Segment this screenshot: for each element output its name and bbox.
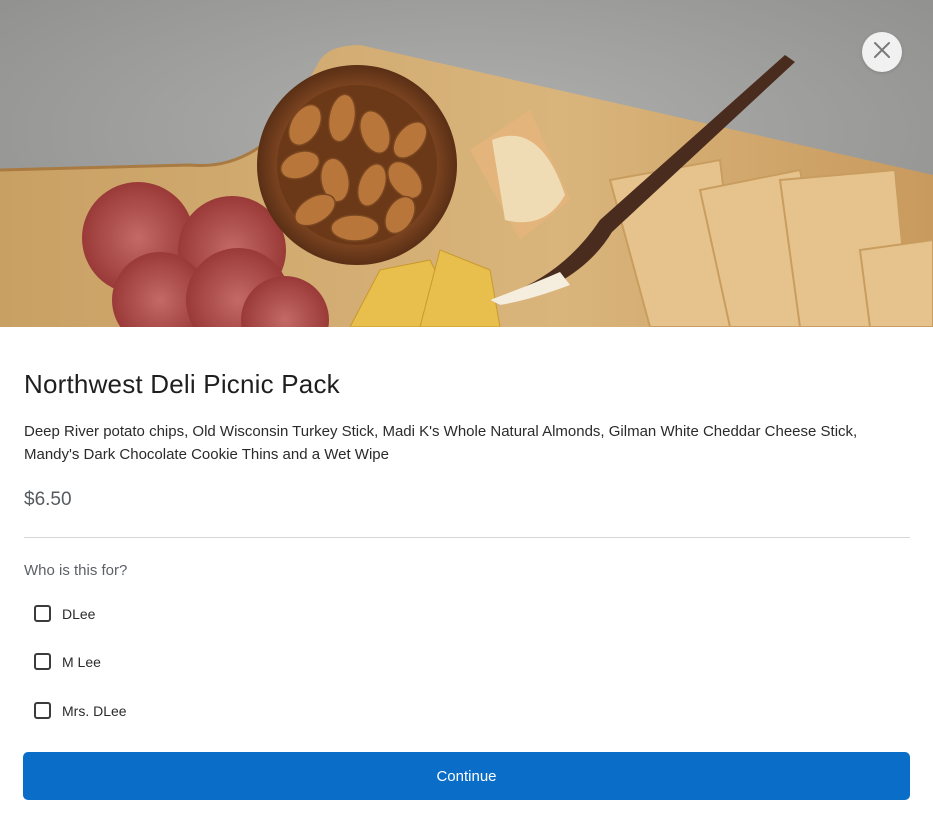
divider [24, 537, 910, 538]
recipient-option-label: DLee [62, 605, 96, 622]
checkbox[interactable] [34, 702, 51, 719]
product-description: Deep River potato chips, Old Wisconsin T… [24, 423, 858, 463]
close-button[interactable] [862, 32, 902, 72]
product-modal: Northwest Deli Picnic Pack Deep River po… [0, 0, 933, 817]
recipient-option-m-lee[interactable]: M Lee [34, 653, 101, 670]
product-price: $6.50 [24, 489, 72, 510]
recipient-option-mrs-dlee[interactable]: Mrs. DLee [34, 702, 127, 719]
recipient-question: Who is this for? [24, 562, 128, 579]
recipient-option-dlee[interactable]: DLee [34, 605, 95, 622]
close-icon [873, 41, 891, 64]
continue-button[interactable]: Continue [23, 752, 910, 800]
checkbox[interactable] [34, 653, 51, 670]
product-image [0, 0, 933, 327]
recipient-option-label: Mrs. DLee [62, 702, 127, 719]
product-title: Northwest Deli Picnic Pack [24, 369, 340, 399]
recipient-option-label: M Lee [62, 653, 101, 670]
checkbox[interactable] [34, 605, 51, 622]
